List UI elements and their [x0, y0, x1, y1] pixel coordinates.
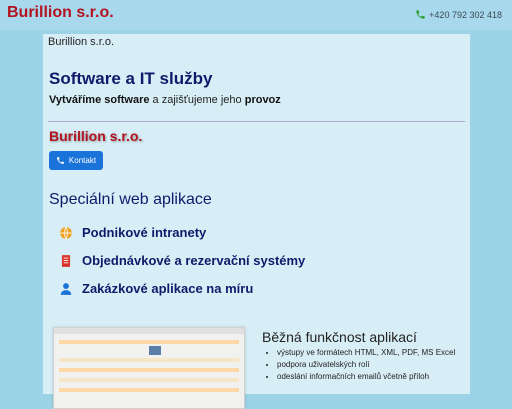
tagline-part1: Vytváříme software — [49, 94, 150, 106]
divider — [48, 121, 465, 122]
content-panel: Burillion s.r.o. Software a IT služby Vy… — [43, 34, 470, 409]
list-item: výstupy ve formátech HTML, XML, PDF, MS … — [277, 348, 455, 357]
phone-icon — [57, 157, 64, 164]
feature-label: Podnikové intranety — [82, 225, 207, 240]
feature-label: Objednávkové a rezervační systémy — [82, 253, 306, 268]
phone-icon — [416, 10, 425, 19]
user-icon — [60, 282, 72, 295]
app-screenshot — [53, 327, 245, 409]
common-features-title: Běžná funkčnost aplikací — [262, 329, 417, 345]
document-icon — [61, 254, 71, 267]
feature-item-reservations: Objednávkové a rezervační systémy — [59, 253, 305, 268]
phone-contact[interactable]: +420 792 302 418 — [415, 9, 502, 20]
globe-icon — [60, 226, 72, 239]
feature-item-intranets: Podnikové intranety — [59, 225, 206, 240]
tagline-part3: provoz — [244, 94, 281, 106]
brand-logo-text[interactable]: Burillion s.r.o. — [7, 4, 114, 22]
page-title: Software a IT služby — [49, 69, 213, 88]
company-name: Burillion s.r.o. — [49, 128, 143, 144]
feature-item-custom: Zakázkové aplikace na míru — [59, 281, 253, 296]
top-bar: Burillion s.r.o. +420 792 302 418 — [0, 0, 512, 30]
breadcrumb[interactable]: Burillion s.r.o. — [48, 36, 114, 48]
contact-button-label: Kontakt — [68, 156, 97, 165]
common-features-list: výstupy ve formátech HTML, XML, PDF, MS … — [265, 348, 455, 384]
list-item: podpora uživatelských rolí — [277, 360, 455, 369]
list-item: odeslání informačních emailů včetně příl… — [277, 372, 455, 381]
tagline: Vytváříme software a zajišťujeme jeho pr… — [49, 94, 281, 106]
contact-button[interactable]: Kontakt — [49, 151, 103, 170]
phone-number: +420 792 302 418 — [429, 9, 502, 20]
section-title: Speciální web aplikace — [49, 191, 212, 208]
feature-label: Zakázkové aplikace na míru — [82, 281, 254, 296]
tagline-part2: a zajišťujeme jeho — [149, 94, 245, 106]
